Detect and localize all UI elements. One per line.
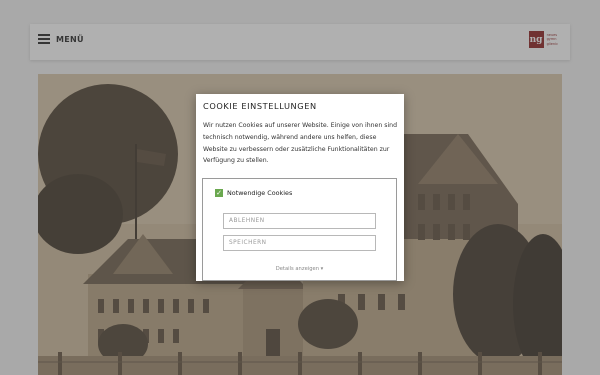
necessary-cookies-label: Notwendige Cookies	[227, 189, 293, 197]
checkmark-icon: ✓	[215, 189, 223, 197]
show-details-link[interactable]: Details anzeigen ▾	[203, 266, 396, 272]
save-button[interactable]: SPEICHERN	[223, 235, 376, 251]
necessary-cookies-checkbox[interactable]: ✓ Notwendige Cookies	[215, 189, 292, 197]
cookie-dialog-title: COOKIE EINSTELLUNGEN	[203, 101, 317, 111]
page: MENÜ ng neues gymn glienic COOKIE EINSTE…	[0, 0, 600, 375]
cookie-settings-box: ✓ Notwendige Cookies ABLEHNEN SPEICHERN …	[202, 178, 397, 281]
cookie-dialog-text: Wir nutzen Cookies auf unserer Website. …	[203, 122, 398, 165]
reject-button[interactable]: ABLEHNEN	[223, 213, 376, 229]
